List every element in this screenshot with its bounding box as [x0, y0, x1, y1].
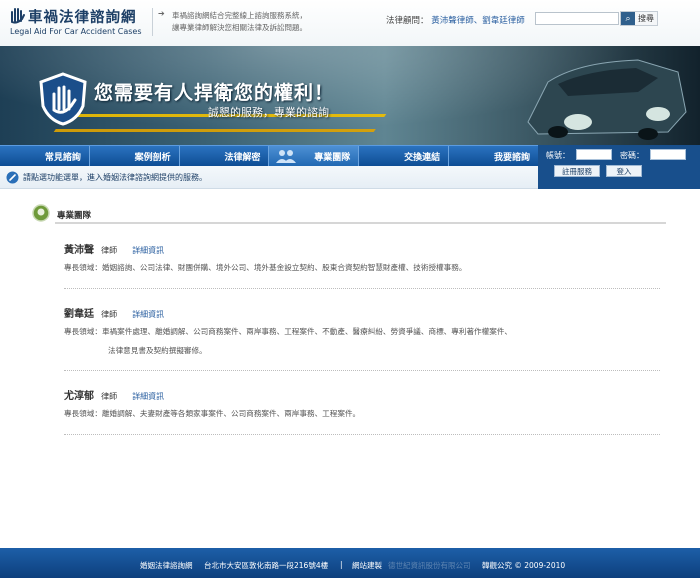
nav-item-law[interactable]: 法律解密: [180, 146, 270, 166]
footer-address: 台北市大安區敦化南路一段216號4樓: [204, 561, 329, 570]
notice-bar: 請點選功能選單，進入婚姻法律諮詢網提供的服務。: [0, 166, 538, 189]
search-button-label: 搜尋: [638, 14, 654, 23]
lawyer-specialty: 專長領域：婚姻諮詢、公司法律、財團併購、境外公司、境外基金設立契約、股東合資契約…: [64, 263, 467, 272]
nav-item-faq[interactable]: 常見諮詢: [0, 146, 90, 166]
lawyer-title: 律師: [101, 310, 118, 319]
footer-copyright: 韓觀公究 © 2009-2010: [482, 561, 566, 570]
lawyer-name: 尤淳郁: [64, 391, 94, 402]
shield-hand-emblem-icon: [39, 72, 87, 126]
search-button[interactable]: ⌕ 搜尋: [620, 11, 658, 26]
footer-separator: |: [340, 560, 343, 569]
account-input[interactable]: [576, 149, 612, 160]
lawyer-name: 劉韋廷: [64, 309, 94, 320]
login-button[interactable]: 登入: [606, 165, 642, 177]
banner-title: 您需要有人捍衛您的權利！: [94, 82, 335, 104]
lawyer-detail-link[interactable]: 詳細資訊: [132, 392, 164, 401]
header-divider: [152, 8, 153, 36]
lawyer-specialty: 專長領域：離婚調解、夫妻財產等各類家事案件、公司商務案件、兩岸事務、工程案件。: [64, 409, 361, 418]
section-divider: [55, 222, 666, 224]
site-footer: 婚姻法律諮詢網 台北市大安區敦化南路一段216號4樓 | 網站建製 德世紀資訊股…: [0, 548, 700, 578]
password-input[interactable]: [650, 149, 686, 160]
lawyer-specialty-cont: 法律意見書及契約撰擬審修。: [108, 346, 207, 355]
row-divider: [64, 288, 660, 289]
site-logo[interactable]: 車禍法律諮詢網 Legal Aid For Car Accident Cases: [8, 6, 142, 38]
intro-line-1: 車禍諮詢網結合完整線上諮詢服務系統，: [172, 11, 307, 20]
lawyer-card: 黃沛聲 律師 詳細資訊 專長領域：婚姻諮詢、公司法律、財團併購、境外公司、境外基…: [64, 238, 660, 272]
advisor-names[interactable]: 黃沛聲律師、劉韋廷律師: [431, 16, 525, 26]
lawyer-specialty: 專長領域：車禍案件處理、離婚調解、公司商務案件、兩岸事務、工程案件、不動產、醫療…: [64, 327, 513, 336]
advisor-label: 法律顧問：: [386, 16, 429, 26]
footer-build-label: 網站建製: [352, 561, 382, 570]
banner-subtitle: 誠懇的服務，專業的諮詢: [208, 106, 329, 119]
car-image: [527, 59, 687, 140]
nav-item-links[interactable]: 交換連結: [359, 146, 450, 166]
lawyer-detail-link[interactable]: 詳細資訊: [132, 246, 164, 255]
lawyer-card: 劉韋廷 律師 詳細資訊 專長領域：車禍案件處理、離婚調解、公司商務案件、兩岸事務…: [64, 302, 660, 355]
section-header: 專業團隊: [32, 204, 666, 224]
people-icon: [276, 150, 297, 163]
nav-item-consult[interactable]: 我要諮詢: [449, 146, 538, 166]
nav-item-team[interactable]: 專業團隊: [269, 146, 360, 166]
lawyer-name: 黃沛聲: [64, 245, 94, 256]
nav-item-team-label: 專業團隊: [314, 152, 351, 163]
intro-line-2: 讓專業律師解決您相關法律及訴訟問題。: [172, 23, 307, 32]
lawyer-title: 律師: [101, 392, 118, 401]
pen-icon: [6, 171, 19, 184]
site-header: 車禍法律諮詢網 Legal Aid For Car Accident Cases…: [0, 0, 700, 46]
section-title: 專業團隊: [57, 211, 92, 221]
footer-builder-link[interactable]: 德世紀資訊股份有限公司: [388, 560, 471, 571]
logo-subtitle: Legal Aid For Car Accident Cases: [10, 27, 142, 36]
search-icon: ⌕: [621, 12, 635, 25]
login-panel: 帳號： 密碼： 註冊服務 登入: [538, 145, 700, 189]
legal-advisors: 法律顧問： 黃沛聲律師、劉韋廷律師: [386, 14, 525, 26]
badge-icon: [32, 204, 50, 222]
arrow-icon: ➔: [158, 9, 165, 18]
nav-item-cases[interactable]: 案例剖析: [90, 146, 180, 166]
lawyer-detail-link[interactable]: 詳細資訊: [132, 310, 164, 319]
search-input[interactable]: [535, 12, 619, 25]
main-nav: 常見諮詢 案例剖析 法律解密 專業團隊 交換連結 我要諮詢: [0, 145, 538, 166]
lawyer-title: 律師: [101, 246, 118, 255]
row-divider: [64, 434, 660, 435]
hero-banner: 您需要有人捍衛您的權利！ 誠懇的服務，專業的諮詢: [0, 46, 700, 145]
notice-text: 請點選功能選單，進入婚姻法律諮詢網提供的服務。: [23, 173, 207, 182]
account-label: 帳號：: [546, 151, 570, 160]
password-label: 密碼：: [620, 151, 644, 160]
footer-site-name: 婚姻法律諮詢網: [140, 561, 193, 570]
lawyer-card: 尤淳郁 律師 詳細資訊 專長領域：離婚調解、夫妻財產等各類家事案件、公司商務案件…: [64, 384, 660, 418]
row-divider: [64, 370, 660, 371]
hand-logo-icon: [11, 8, 25, 24]
logo-title: 車禍法律諮詢網: [28, 10, 137, 26]
register-button[interactable]: 註冊服務: [554, 165, 600, 177]
